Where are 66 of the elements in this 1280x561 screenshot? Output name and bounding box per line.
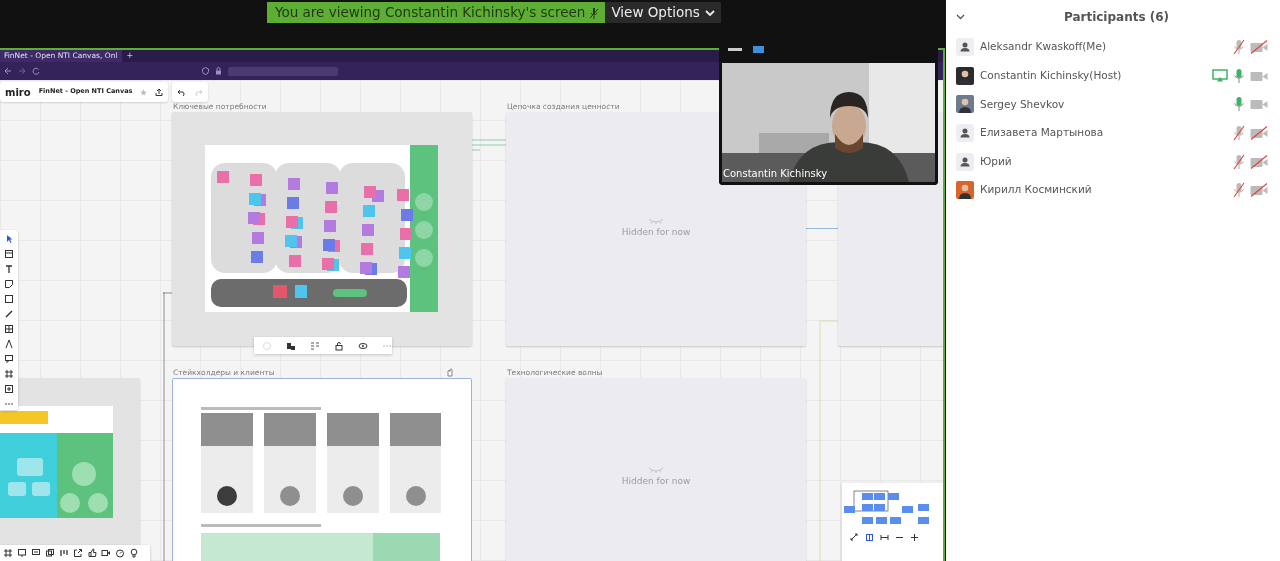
closed-eye-icon bbox=[648, 467, 664, 474]
screen-share-banner: You are viewing Constantin Kichinsky's screen bbox=[267, 2, 606, 23]
participant-name: Constantin Kichinsky bbox=[723, 167, 828, 181]
panel-title: Participants (6) bbox=[1062, 8, 1171, 26]
participant-name: Кирилл Косминский bbox=[980, 182, 1093, 198]
upload-icon[interactable] bbox=[155, 88, 164, 96]
microphone-icon[interactable] bbox=[1233, 67, 1245, 84]
square-icon[interactable] bbox=[4, 294, 14, 304]
eye-icon[interactable] bbox=[358, 340, 368, 351]
participant-name: Aleksandr Kwaskoff(Me) bbox=[980, 39, 1107, 55]
hidden-frame-text: Hidden for now bbox=[621, 475, 691, 489]
share-icon[interactable] bbox=[73, 548, 83, 558]
participant-name: Елизавета Мартынова bbox=[980, 125, 1105, 141]
presentation-icon[interactable] bbox=[17, 548, 27, 558]
map-icon[interactable] bbox=[865, 533, 874, 542]
lightbulb-icon[interactable] bbox=[129, 548, 139, 558]
closed-eye-icon bbox=[648, 218, 664, 225]
camera-off-icon[interactable] bbox=[1250, 126, 1268, 141]
microphone-icon bbox=[589, 6, 600, 19]
muted-microphone-icon[interactable] bbox=[1233, 153, 1245, 170]
kanban-icon[interactable] bbox=[59, 548, 69, 558]
participant-name: Constantin Kichinsky(Host) bbox=[980, 68, 1123, 83]
reload-icon[interactable] bbox=[32, 67, 40, 75]
back-icon[interactable] bbox=[4, 67, 12, 75]
cards-icon[interactable] bbox=[45, 548, 55, 558]
camera-off-icon[interactable] bbox=[1250, 40, 1268, 55]
undo-icon[interactable] bbox=[177, 88, 187, 96]
sticky-note-icon[interactable] bbox=[4, 279, 14, 289]
frame-icon[interactable] bbox=[4, 369, 14, 379]
camera-off-icon[interactable] bbox=[1250, 183, 1268, 198]
fit-width-icon[interactable] bbox=[880, 533, 889, 542]
fullscreen-icon[interactable] bbox=[850, 533, 859, 542]
frame-icon[interactable] bbox=[3, 548, 13, 558]
comment-icon[interactable] bbox=[4, 354, 14, 364]
miro-logo: miro bbox=[5, 85, 31, 100]
connector-line bbox=[806, 227, 838, 230]
lock-icon[interactable] bbox=[334, 340, 344, 351]
new-tab-button[interactable]: + bbox=[121, 50, 139, 62]
shield-icon bbox=[202, 67, 209, 75]
comment-icon[interactable] bbox=[31, 548, 41, 558]
collapse-icon[interactable] bbox=[956, 13, 965, 20]
users-icon[interactable] bbox=[286, 340, 296, 351]
grid-icon[interactable] bbox=[4, 324, 14, 334]
muted-microphone-icon[interactable] bbox=[1233, 125, 1245, 142]
text-icon[interactable] bbox=[4, 264, 14, 274]
star-icon[interactable] bbox=[140, 88, 148, 96]
lock-icon bbox=[215, 67, 222, 75]
camera-off-icon[interactable] bbox=[1250, 154, 1268, 169]
participant-name: Юрий bbox=[980, 153, 1013, 169]
zoom-in-icon[interactable] bbox=[910, 533, 919, 542]
participant-name: Sergey Shevkov bbox=[980, 96, 1066, 112]
letter-a-icon[interactable] bbox=[4, 339, 14, 349]
hidden-frame-text: Hidden for now bbox=[621, 226, 691, 240]
muted-microphone-icon[interactable] bbox=[1233, 182, 1245, 199]
muted-microphone-icon[interactable] bbox=[1233, 39, 1245, 56]
microphone-icon[interactable] bbox=[1233, 96, 1245, 113]
forward-icon[interactable] bbox=[18, 67, 26, 75]
video-icon[interactable] bbox=[101, 548, 111, 558]
pen-icon[interactable] bbox=[4, 309, 14, 319]
view-options-button[interactable]: View Options bbox=[605, 2, 721, 23]
timer-icon[interactable] bbox=[115, 548, 125, 558]
thumbs-up-icon[interactable] bbox=[87, 548, 97, 558]
table-icon[interactable] bbox=[4, 249, 14, 259]
embed-icon[interactable] bbox=[4, 384, 14, 394]
chevron-down-icon bbox=[704, 9, 715, 16]
cursor-icon[interactable] bbox=[4, 234, 14, 244]
